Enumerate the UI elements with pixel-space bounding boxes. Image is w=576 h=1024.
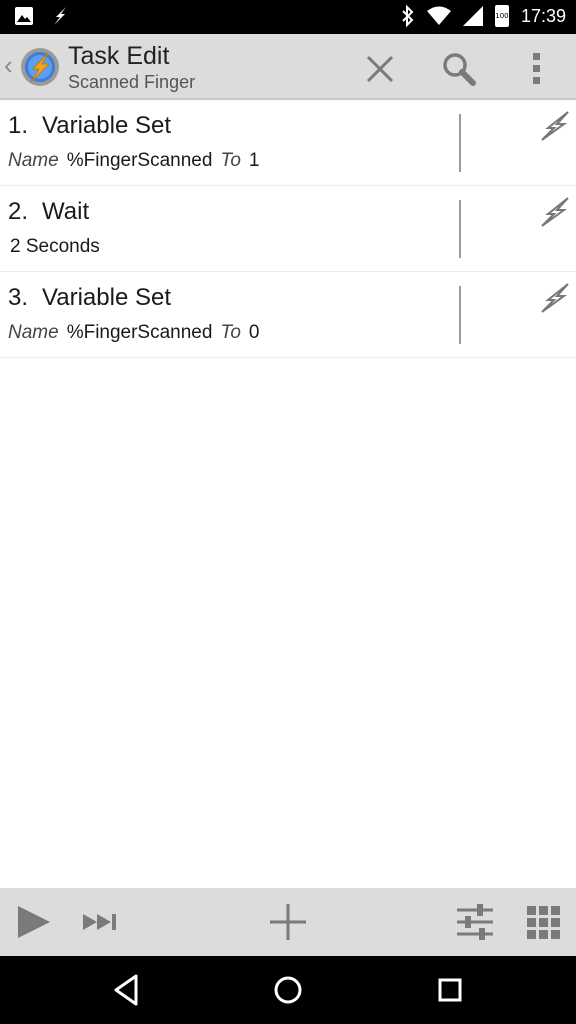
step-icon[interactable] xyxy=(79,900,123,944)
action-title: 3. Variable Set xyxy=(8,284,171,312)
param-key: To xyxy=(220,150,241,171)
action-number: 3. xyxy=(8,284,29,311)
action-number: 1. xyxy=(8,112,29,139)
list-item[interactable]: 1. Variable Set Name %FingerScanned To 1 xyxy=(0,100,576,186)
param-value: 1 xyxy=(248,150,260,171)
status-bar: 100 17:39 xyxy=(0,0,576,34)
param-key: Name xyxy=(8,150,59,171)
clock: 17:39 xyxy=(520,5,566,26)
play-icon[interactable] xyxy=(12,900,56,944)
page-subtitle: Scanned Finger xyxy=(68,72,196,92)
lightning-icon[interactable] xyxy=(538,110,570,142)
search-icon[interactable] xyxy=(437,47,481,91)
grid-icon[interactable] xyxy=(521,900,565,944)
action-params: Name %FingerScanned To 0 xyxy=(8,322,267,344)
action-name: Variable Set xyxy=(42,284,171,311)
bottom-toolbar xyxy=(0,888,576,956)
param-text: 2 Seconds xyxy=(10,236,100,257)
page-title: Task Edit xyxy=(68,42,170,70)
lightning-icon[interactable] xyxy=(538,282,570,314)
tasker-bolt-icon xyxy=(54,7,66,25)
action-title: 1. Variable Set xyxy=(8,112,171,140)
overflow-menu-icon[interactable] xyxy=(515,47,559,91)
list-item[interactable]: 2. Wait 2 Seconds xyxy=(0,186,576,272)
action-params: Name %FingerScanned To 1 xyxy=(8,150,267,172)
home-icon[interactable] xyxy=(268,970,308,1010)
list-item[interactable]: 3. Variable Set Name %FingerScanned To 0 xyxy=(0,272,576,358)
image-icon xyxy=(15,7,33,25)
divider xyxy=(459,114,461,172)
wifi-icon xyxy=(426,6,451,25)
divider xyxy=(459,200,461,258)
tasker-app-icon[interactable] xyxy=(18,45,62,89)
chevron-left-icon[interactable]: ‹ xyxy=(4,50,13,81)
task-action-list: 1. Variable Set Name %FingerScanned To 1 2. W… xyxy=(0,100,576,358)
param-key: Name xyxy=(8,322,59,343)
battery-icon: 100 xyxy=(494,5,509,27)
divider xyxy=(459,286,461,344)
recents-icon[interactable] xyxy=(430,970,470,1010)
param-key: To xyxy=(220,322,241,343)
add-icon[interactable] xyxy=(266,900,310,944)
action-params: 2 Seconds xyxy=(10,236,100,258)
close-icon[interactable] xyxy=(358,47,402,91)
action-title: 2. Wait xyxy=(8,198,89,226)
back-icon[interactable] xyxy=(106,970,146,1010)
param-value: 0 xyxy=(248,322,260,343)
settings-sliders-icon[interactable] xyxy=(453,900,497,944)
action-name: Wait xyxy=(42,198,90,225)
action-name: Variable Set xyxy=(42,112,171,139)
bluetooth-icon xyxy=(402,5,414,27)
param-value: %FingerScanned xyxy=(66,322,213,343)
lightning-icon[interactable] xyxy=(538,196,570,228)
action-number: 2. xyxy=(8,198,29,225)
param-value: %FingerScanned xyxy=(66,150,213,171)
action-bar: ‹ Task Edit Scanned Finger xyxy=(0,34,576,100)
navigation-bar xyxy=(0,956,576,1024)
signal-icon xyxy=(462,6,483,26)
